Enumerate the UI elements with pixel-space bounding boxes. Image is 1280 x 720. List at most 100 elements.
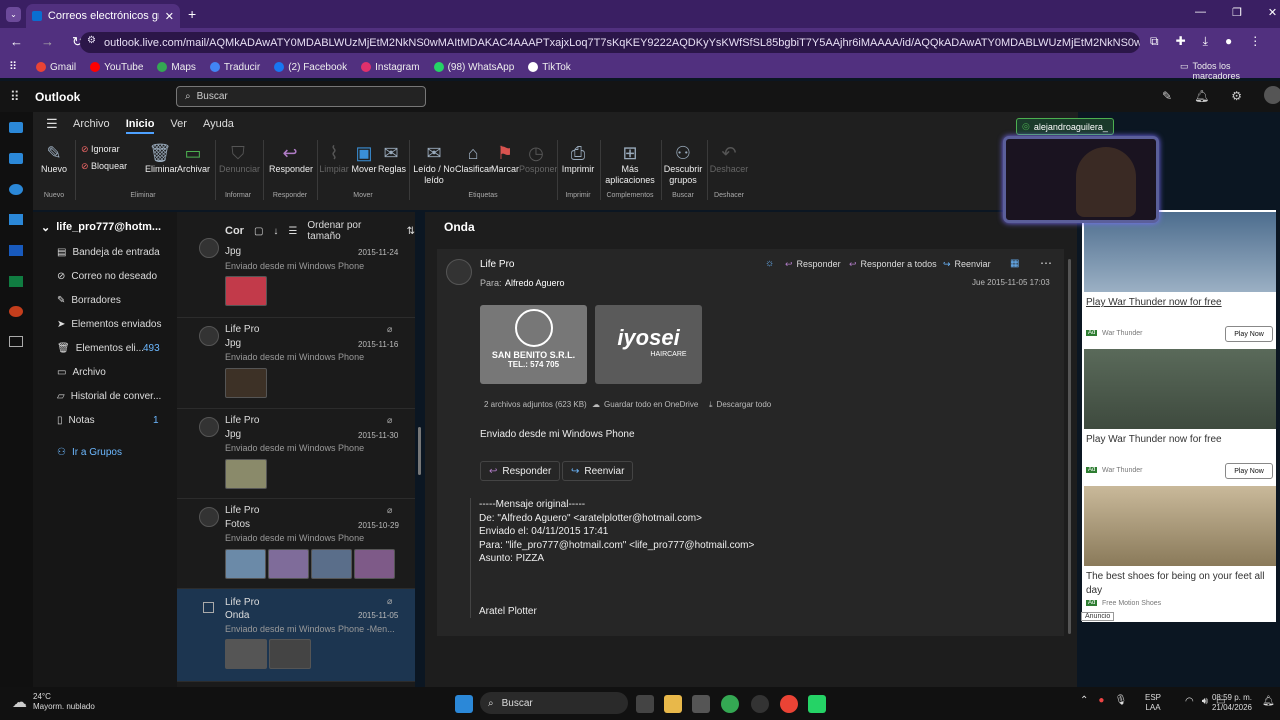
chrome-profile-icon[interactable] xyxy=(780,695,798,713)
archive-button[interactable]: ▭ Archivar xyxy=(177,142,210,175)
attachment-thumbnail[interactable] xyxy=(225,276,267,306)
bookmark-tiktok[interactable]: TikTok xyxy=(528,62,571,73)
ad-image[interactable] xyxy=(1084,349,1276,429)
chevron-up-icon[interactable]: ⌃ xyxy=(1080,695,1088,706)
minimize-icon[interactable]: — xyxy=(1195,6,1206,19)
app-tray-icon[interactable]: ● xyxy=(1098,695,1104,706)
file-explorer-icon[interactable] xyxy=(664,695,682,713)
menu-archivo[interactable]: Archivo xyxy=(73,118,110,134)
bookmark-gmail[interactable]: Gmail xyxy=(36,62,76,73)
profile-icon[interactable]: ● xyxy=(1225,34,1232,49)
settings-icon[interactable]: ⚙ xyxy=(1231,89,1242,104)
bell-icon[interactable]: 🔔︎ xyxy=(1194,89,1209,104)
scrollbar[interactable] xyxy=(1068,259,1071,634)
forward-icon[interactable]: → xyxy=(41,34,54,50)
list-item[interactable]: Life Pro ⌀ Jpg 2015-11-16 Enviado desde … xyxy=(177,318,415,409)
more-options-icon[interactable]: ⋯ xyxy=(1040,256,1052,270)
save-onedrive-link[interactable]: ☁ Guardar todo en OneDrive xyxy=(592,400,698,409)
clock[interactable]: 08:59 p. m. 21/04/2026 xyxy=(1208,693,1252,713)
move-button[interactable]: ▣ Mover xyxy=(351,142,377,175)
user-avatar[interactable] xyxy=(1264,86,1280,104)
forward-button-bottom[interactable]: ↪ Reenviar xyxy=(562,461,634,481)
all-bookmarks[interactable]: ▭ Todos los marcadores xyxy=(1180,61,1280,81)
attachment-thumbnail[interactable] xyxy=(354,549,395,579)
address-bar[interactable]: ⚙ outlook.live.com/mail/AQMkADAwATY0MDAB… xyxy=(80,32,1140,53)
bookmark-98-whatsapp[interactable]: (98) WhatsApp xyxy=(433,62,514,73)
attachment-thumbnail[interactable] xyxy=(311,549,352,579)
puzzle-icon[interactable]: ✚ xyxy=(1176,34,1186,49)
rail-people-icon[interactable] xyxy=(9,184,23,195)
search-box[interactable]: ⌕ Buscar xyxy=(176,86,426,107)
attachment-thumbnail[interactable] xyxy=(269,639,311,669)
task-view-icon[interactable] xyxy=(636,695,654,713)
browser-tab[interactable]: Correos electrónicos grandes: A ✕ xyxy=(26,4,180,28)
report-button[interactable]: ⛉ Denunciar xyxy=(219,142,260,175)
rail-excel-icon[interactable] xyxy=(9,276,23,287)
menu-inicio[interactable]: Inicio xyxy=(125,118,155,134)
block-button[interactable]: ⊘ Bloquear xyxy=(81,161,127,172)
start-icon[interactable] xyxy=(455,695,473,713)
tab-list-button[interactable]: ⌄ xyxy=(6,7,21,22)
ad-image[interactable] xyxy=(1084,486,1276,566)
categorize-button[interactable]: ⌂ Clasificar xyxy=(455,142,492,175)
folder-deleted[interactable]: 🗑︎ Elementos eli... 493 xyxy=(33,337,177,359)
bookmark-traducir[interactable]: Traducir xyxy=(209,62,260,73)
bookmark-youtube[interactable]: YouTube xyxy=(90,62,143,73)
mic-icon[interactable]: 🎙︎ xyxy=(1114,695,1127,706)
flag-button[interactable]: ⚑ Marcar xyxy=(489,142,521,175)
reply-action[interactable]: ↩ Responder xyxy=(785,259,841,270)
attachment-thumbnail[interactable] xyxy=(225,368,267,398)
notifications-icon[interactable]: 🔔︎ xyxy=(1262,696,1275,707)
immersive-reader-icon[interactable]: ▦ xyxy=(1010,258,1019,269)
folder-drafts[interactable]: ✎ Borradores xyxy=(33,289,177,311)
folder-sent[interactable]: ➤ Elementos enviados xyxy=(33,313,177,335)
rail-calendar-icon[interactable] xyxy=(9,153,23,164)
list-item-selected[interactable]: Life Pro ⌀ Onda 2015-11-05 Enviado desde… xyxy=(177,589,415,682)
snooze-button[interactable]: ◷ Posponer xyxy=(519,142,558,175)
calculator-icon[interactable] xyxy=(692,695,710,713)
folder-junk[interactable]: ⊘ Correo no deseado xyxy=(33,265,177,287)
apps-grid-icon[interactable]: ⠿ xyxy=(9,60,17,73)
read-unread-button[interactable]: ✉ Leído / No leído xyxy=(413,142,455,186)
folder-history[interactable]: ▱ Historial de conver... xyxy=(33,385,177,407)
list-item[interactable]: Life Pro ⌀ Fotos 2015-10-29 Enviado desd… xyxy=(177,499,415,589)
rail-word-icon[interactable] xyxy=(9,245,23,256)
bookmark-maps[interactable]: Maps xyxy=(157,62,196,73)
reply-all-action[interactable]: ↩ Responder a todos xyxy=(849,259,937,270)
site-info-icon[interactable]: ⚙ xyxy=(87,35,96,46)
reply-button-bottom[interactable]: ↩ Responder xyxy=(480,461,561,481)
bookmark-instagram[interactable]: Instagram xyxy=(361,62,420,73)
forward-action[interactable]: ↪ Reenviar xyxy=(943,259,991,270)
weather-widget[interactable]: ☁ 24°C Mayorm. nublado xyxy=(12,692,95,712)
attachment-thumbnail[interactable] xyxy=(225,639,267,669)
back-icon[interactable]: ← xyxy=(10,34,23,50)
attachment-iyosei[interactable]: iyosei HAIRCARE xyxy=(595,305,702,384)
compose-icon[interactable]: ✎ xyxy=(1162,89,1172,104)
list-item[interactable]: Life Pro ⌀ Jpg 2015-11-30 Enviado desde … xyxy=(177,409,415,499)
ignore-button[interactable]: ⊘ Ignorar xyxy=(81,144,120,155)
ad-title[interactable]: The best shoes for being on your feet al… xyxy=(1086,570,1272,598)
new-mail-button[interactable]: ✎ Nuevo xyxy=(39,142,69,175)
new-tab-button[interactable]: + xyxy=(188,6,196,22)
attachment-thumbnail[interactable] xyxy=(225,549,266,579)
rules-button[interactable]: ✉ Reglas xyxy=(378,142,406,175)
maximize-icon[interactable]: ❐ xyxy=(1232,6,1242,19)
rail-todo-icon[interactable] xyxy=(9,214,23,225)
bookmark-2-facebook[interactable]: (2) Facebook xyxy=(274,62,347,73)
app-launcher-icon[interactable]: ⠿ xyxy=(10,89,20,105)
ad-image[interactable] xyxy=(1084,212,1276,292)
folder-archive[interactable]: ▭ Archivo xyxy=(33,361,177,383)
extensions-icon[interactable]: ⧉ xyxy=(1150,34,1159,49)
chrome-icon[interactable] xyxy=(721,695,739,713)
download-icon[interactable]: ⤓ xyxy=(1203,34,1208,49)
list-item[interactable]: Jpg 2015-11-24 Enviado desde mi Windows … xyxy=(177,234,415,318)
attachment-thumbnail[interactable] xyxy=(225,459,267,489)
ad-title[interactable]: Play War Thunder now for free xyxy=(1086,434,1222,445)
scrollbar[interactable] xyxy=(418,427,421,475)
reply-button[interactable]: ↩ Responder xyxy=(269,142,313,175)
rail-mail-icon[interactable] xyxy=(9,122,23,133)
account-row[interactable]: ⌄ life_pro777@hotm... xyxy=(41,221,161,234)
sun-icon[interactable]: ☼ xyxy=(765,258,774,269)
download-all-link[interactable]: ⤓ Descargar todo xyxy=(709,400,771,410)
taskbar-search[interactable]: ⌕ Buscar xyxy=(480,692,628,714)
